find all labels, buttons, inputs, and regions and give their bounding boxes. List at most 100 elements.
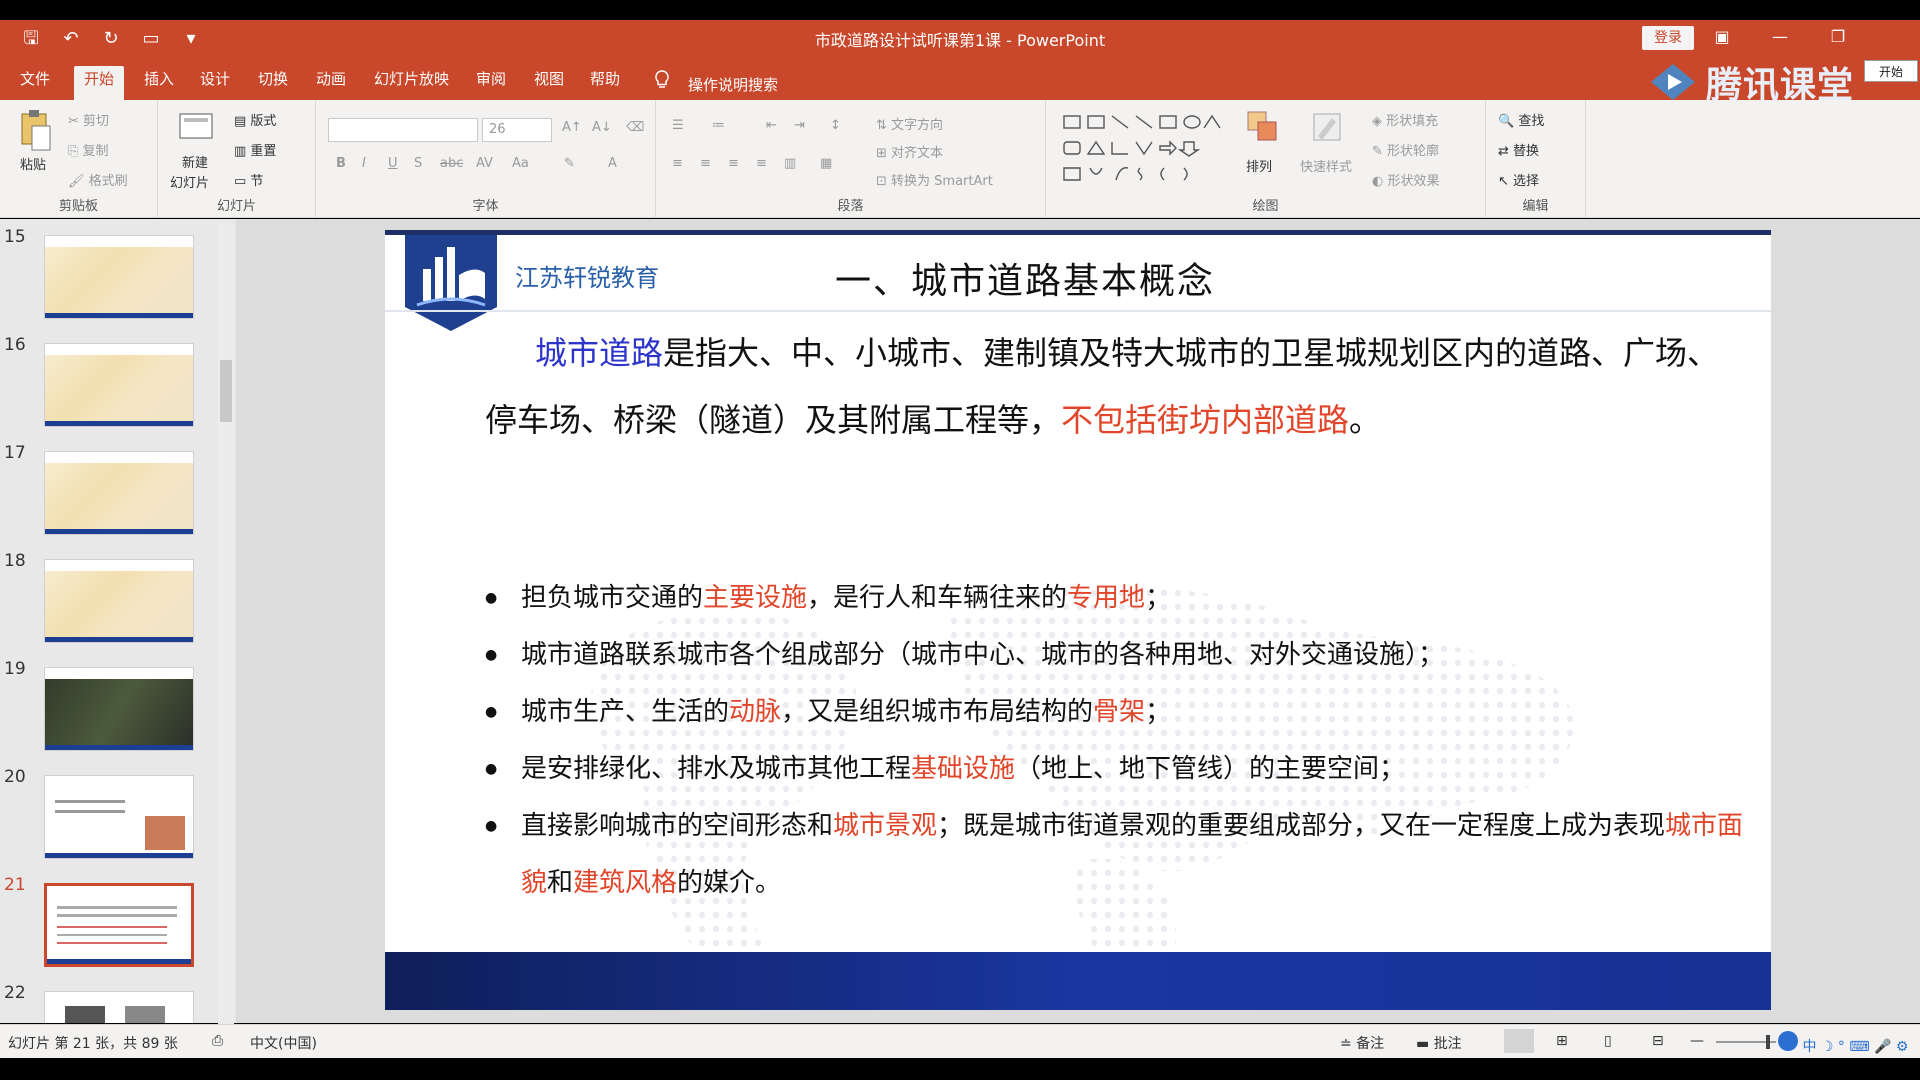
font-color-icon[interactable]: A bbox=[608, 156, 617, 171]
zoom-out-icon[interactable]: — bbox=[1690, 1033, 1704, 1049]
layout-button[interactable]: ▤ 版式 bbox=[234, 110, 276, 129]
bullet-text: ，是行人和车辆往来的 bbox=[807, 583, 1068, 613]
strikethrough-icon[interactable]: abc bbox=[440, 156, 463, 171]
slide-thumbnail-15[interactable] bbox=[44, 235, 194, 319]
text-direction-button[interactable]: ⇅ 文字方向 bbox=[876, 114, 943, 133]
paste-icon[interactable] bbox=[18, 108, 54, 152]
normal-view-icon[interactable] bbox=[1504, 1029, 1534, 1053]
decrease-indent-icon[interactable]: ⇤ bbox=[766, 118, 777, 133]
shape-fill-button[interactable]: ◈ 形状填充 bbox=[1372, 110, 1438, 129]
clear-formatting-icon[interactable]: ⌫ bbox=[626, 120, 644, 135]
shadow-icon[interactable]: S bbox=[414, 156, 422, 171]
distributed-icon[interactable]: ▥ bbox=[784, 156, 796, 171]
slide-thumbnail-19[interactable] bbox=[44, 667, 194, 751]
tab-animations[interactable]: 动画 bbox=[306, 66, 356, 100]
tab-file[interactable]: 文件 bbox=[10, 66, 60, 100]
find-label: 查找 bbox=[1518, 114, 1545, 129]
columns-icon[interactable]: ▦ bbox=[820, 156, 832, 171]
bullets-icon[interactable]: ☰ bbox=[672, 118, 684, 133]
scrollbar-thumb[interactable] bbox=[220, 360, 232, 422]
align-text-button[interactable]: ⊞ 对齐文本 bbox=[876, 142, 943, 161]
select-button[interactable]: ↖ 选择 bbox=[1498, 170, 1539, 189]
reset-button[interactable]: ▥ 重置 bbox=[234, 140, 276, 159]
tab-slideshow[interactable]: 幻灯片放映 bbox=[364, 66, 459, 100]
numbering-icon[interactable]: ≔ bbox=[712, 118, 725, 133]
replace-button[interactable]: ⇄ 替换 bbox=[1498, 140, 1539, 159]
slide-title[interactable]: 一、城市道路基本概念 bbox=[835, 252, 1215, 304]
justify-icon[interactable]: ≡ bbox=[756, 156, 767, 171]
zoom-slider-handle[interactable] bbox=[1766, 1035, 1770, 1049]
restore-icon[interactable]: ❐ bbox=[1828, 26, 1848, 48]
tab-transitions[interactable]: 切换 bbox=[248, 66, 298, 100]
bullet-highlight: 骨架 bbox=[1093, 697, 1146, 727]
find-button[interactable]: 🔍 查找 bbox=[1498, 110, 1544, 129]
ime-toolbar[interactable]: 中 ☽ ° ⌨ 🎤 ⚙ bbox=[1778, 1031, 1908, 1056]
clipboard-group: 粘贴 ✂ 剪切 ⎘ 复制 🖌 格式刷 剪贴板 bbox=[0, 100, 158, 218]
font-size-input[interactable]: 26 bbox=[482, 118, 552, 142]
change-case-icon[interactable]: Aa bbox=[512, 156, 529, 171]
slide-thumbnail-22[interactable] bbox=[44, 991, 194, 1023]
shapes-gallery[interactable] bbox=[1060, 112, 1240, 192]
copy-button[interactable]: ⎘ 复制 bbox=[68, 140, 109, 159]
comments-button[interactable]: ▬ 批注 bbox=[1416, 1033, 1462, 1053]
ribbon-display-icon[interactable]: ▣ bbox=[1712, 26, 1732, 48]
slide-thumbnail-16[interactable] bbox=[44, 343, 194, 427]
brand-start-button[interactable]: 开始 bbox=[1864, 60, 1918, 82]
shape-outline-button[interactable]: ✎ 形状轮廓 bbox=[1372, 140, 1439, 159]
reading-view-icon[interactable]: ▯ bbox=[1604, 1033, 1612, 1049]
font-name-input[interactable] bbox=[328, 118, 478, 142]
tab-insert[interactable]: 插入 bbox=[134, 66, 184, 100]
status-bar: 幻灯片 第 21 张，共 89 张 ⎙ 中文(中国) ≐ 备注 ▬ 批注 ⊞ ▯… bbox=[0, 1024, 1920, 1058]
tencent-classroom-watermark: 腾讯课堂 开始 bbox=[1648, 60, 1918, 106]
tell-me-search[interactable]: 操作说明搜索 bbox=[688, 74, 778, 95]
align-center-icon[interactable]: ≡ bbox=[700, 156, 711, 171]
align-left-icon[interactable]: ≡ bbox=[672, 156, 683, 171]
shape-fill-label: 形状填充 bbox=[1386, 114, 1439, 129]
thumb-header bbox=[45, 560, 193, 571]
tab-home[interactable]: 开始 bbox=[74, 66, 125, 100]
slide-thumbnail-18[interactable] bbox=[44, 559, 194, 643]
intro-paragraph[interactable]: 城市道路是指大、中、小城市、建制镇及特大城市的卫星城规划区内的道路、广场、停车场… bbox=[485, 320, 1725, 454]
new-slide-icon[interactable] bbox=[178, 110, 214, 142]
smartart-button[interactable]: ⊡ 转换为 SmartArt bbox=[876, 170, 993, 189]
underline-icon[interactable]: U bbox=[388, 156, 398, 171]
spell-check-icon[interactable]: ⎙ bbox=[212, 1033, 223, 1049]
scrollbar-track bbox=[218, 224, 234, 1024]
align-right-icon[interactable]: ≡ bbox=[728, 156, 739, 171]
increase-indent-icon[interactable]: ⇥ bbox=[794, 118, 805, 133]
arrange-icon[interactable] bbox=[1246, 110, 1280, 144]
slide-thumbnail-20[interactable] bbox=[44, 775, 194, 859]
italic-icon[interactable]: I bbox=[362, 156, 366, 171]
bold-icon[interactable]: B bbox=[336, 156, 346, 171]
tab-help[interactable]: 帮助 bbox=[580, 66, 630, 100]
login-button[interactable]: 登录 bbox=[1642, 26, 1694, 50]
thumb-photo bbox=[145, 816, 185, 850]
slideshow-view-icon[interactable]: ⊟ bbox=[1652, 1033, 1664, 1049]
thumbnail-number: 19 bbox=[4, 659, 26, 679]
format-painter-button[interactable]: 🖌 格式刷 bbox=[68, 170, 128, 189]
minimize-icon[interactable]: — bbox=[1770, 26, 1790, 48]
section-button[interactable]: ▭ 节 bbox=[234, 170, 263, 189]
highlight-icon[interactable]: ✎ bbox=[564, 156, 575, 171]
notes-button[interactable]: ≐ 备注 bbox=[1340, 1033, 1384, 1053]
decrease-font-icon[interactable]: A↓ bbox=[592, 120, 612, 135]
language-status[interactable]: 中文(中国) bbox=[250, 1033, 317, 1053]
char-spacing-icon[interactable]: AV bbox=[476, 156, 493, 171]
bullet-list[interactable]: 担负城市交通的主要设施，是行人和车辆往来的专用地； 城市道路联系城市各个组成部分… bbox=[485, 570, 1755, 912]
tab-review[interactable]: 审阅 bbox=[466, 66, 516, 100]
quick-styles-icon[interactable] bbox=[1310, 110, 1344, 144]
tab-design[interactable]: 设计 bbox=[190, 66, 240, 100]
tab-view[interactable]: 视图 bbox=[524, 66, 574, 100]
section-label: 节 bbox=[250, 174, 264, 189]
select-icon: ↖ bbox=[1498, 174, 1509, 189]
shape-effects-button[interactable]: ◐ 形状效果 bbox=[1372, 170, 1440, 189]
increase-font-icon[interactable]: A↑ bbox=[562, 120, 582, 135]
thumb-header bbox=[45, 452, 193, 463]
current-slide[interactable]: 江苏轩锐教育 一、城市道路基本概念 城市道路是指大、中、小城市、建制镇及特大城市… bbox=[385, 230, 1771, 1010]
slide-thumbnail-21[interactable] bbox=[44, 883, 194, 967]
thumbnails-scrollbar[interactable] bbox=[218, 224, 234, 1024]
cut-button[interactable]: ✂ 剪切 bbox=[68, 110, 109, 129]
slide-thumbnail-17[interactable] bbox=[44, 451, 194, 535]
slide-sorter-icon[interactable]: ⊞ bbox=[1556, 1033, 1568, 1049]
line-spacing-icon[interactable]: ↕ bbox=[830, 118, 841, 133]
